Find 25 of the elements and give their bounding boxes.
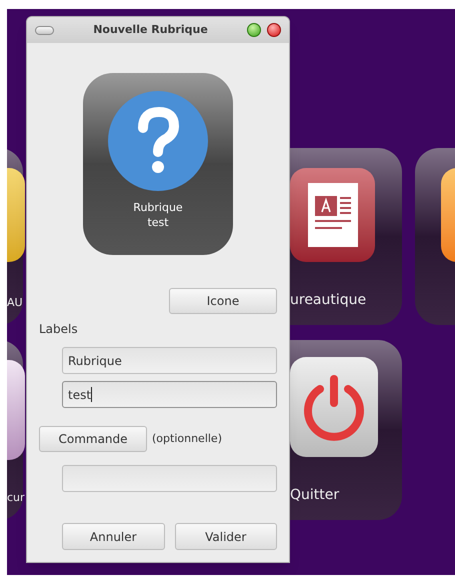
icon-button[interactable]: Icone xyxy=(169,288,277,314)
text-field[interactable] xyxy=(62,465,277,492)
app-label: AU xyxy=(7,294,23,310)
power-icon xyxy=(290,357,378,457)
question-icon xyxy=(107,90,209,192)
app-label: ureautique xyxy=(290,291,366,310)
close-button[interactable] xyxy=(267,23,281,37)
dialog-button[interactable]: Valider xyxy=(174,523,277,550)
text-field[interactable]: Rubrique xyxy=(62,347,277,374)
app-label: Quitter xyxy=(290,486,340,505)
app-tile[interactable]: cur xyxy=(7,340,23,520)
shade-button[interactable] xyxy=(35,26,54,34)
section-label: Labels xyxy=(39,321,79,338)
text-field[interactable]: test xyxy=(62,381,277,408)
command-button[interactable]: Commande xyxy=(39,426,147,452)
text-cursor xyxy=(91,387,92,402)
maximize-button[interactable] xyxy=(247,23,261,37)
app-tile[interactable]: AU xyxy=(7,148,23,325)
document-icon xyxy=(290,168,375,262)
preview-label: test xyxy=(147,215,169,230)
hint-text: (optionnelle) xyxy=(152,430,222,447)
window-title: Nouvelle Rubrique xyxy=(92,22,209,38)
dialog-button[interactable]: Annuler xyxy=(62,523,164,550)
preview-label: Rubrique xyxy=(133,200,183,215)
app-label: cur xyxy=(7,490,25,506)
